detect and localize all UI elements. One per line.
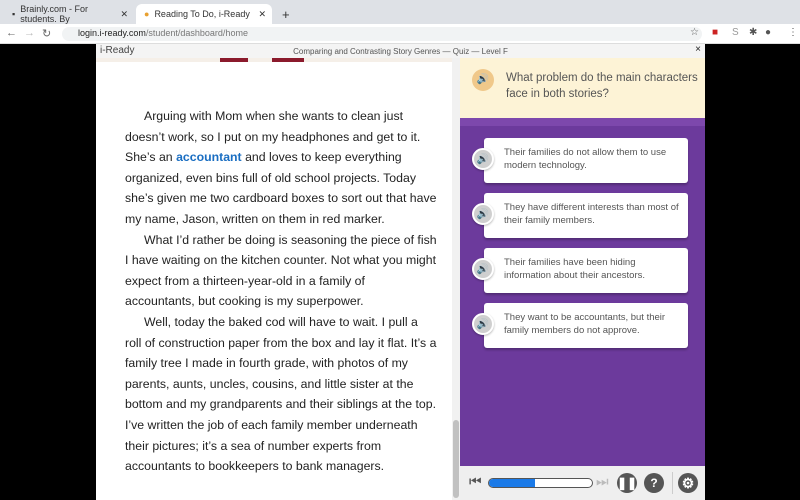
reload-icon[interactable]: ↻ bbox=[42, 27, 51, 40]
speaker-icon[interactable]: 🔊 bbox=[472, 258, 494, 280]
answer-option[interactable]: 🔊 They want to be accountants, but their … bbox=[472, 303, 688, 348]
paragraph: Well, today the baked cod will have to w… bbox=[125, 314, 437, 474]
extension-s-icon[interactable]: S bbox=[732, 27, 739, 38]
keyword-link[interactable]: accountant bbox=[176, 150, 242, 164]
tab-label: Brainly.com - For students. By bbox=[20, 4, 89, 24]
close-tab-icon[interactable]: ✕ bbox=[258, 9, 266, 20]
question-panel: 🔊 What problem do the main characters fa… bbox=[460, 58, 705, 500]
skip-forward-icon[interactable]: ⏭ bbox=[596, 473, 609, 490]
url-path: /student/dashboard/home bbox=[145, 28, 248, 38]
brainly-icon: ▪ bbox=[12, 9, 16, 19]
reading-passage: Arguing with Mom when she wants to clean… bbox=[96, 58, 460, 500]
star-icon[interactable]: ☆ bbox=[690, 27, 699, 38]
question: 🔊 What problem do the main characters fa… bbox=[460, 58, 705, 118]
url-host: login.i-ready.com bbox=[78, 28, 146, 38]
iready-tab-icon: ● bbox=[144, 9, 150, 19]
option-text: Their families do not allow them to use … bbox=[504, 147, 667, 171]
skip-back-icon[interactable]: ⏮ bbox=[469, 473, 482, 490]
quiz-header: i-Ready Comparing and Contrasting Story … bbox=[96, 44, 705, 58]
divider bbox=[460, 118, 705, 126]
paragraph: Arguing with Mom when she wants to clean… bbox=[125, 106, 437, 230]
passage-image bbox=[96, 58, 460, 62]
paragraph: What I’d rather be doing is seasoning th… bbox=[125, 232, 437, 309]
question-text: What problem do the main characters face… bbox=[506, 72, 698, 100]
audio-player: ⏮ ⏭ ❚❚ ? ⚙ bbox=[460, 466, 705, 500]
answer-option[interactable]: 🔊 Their families have been hiding informa… bbox=[472, 248, 688, 293]
browser-tab-bar: ▪ Brainly.com - For students. By ✕ ● Readin… bbox=[0, 0, 800, 24]
answer-option[interactable]: 🔊 Their families do not allow them to use… bbox=[472, 138, 688, 183]
forward-icon[interactable]: → bbox=[24, 27, 35, 39]
avatar[interactable]: ● bbox=[765, 27, 771, 38]
tab-brainly[interactable]: ▪ Brainly.com - For students. By ✕ bbox=[4, 4, 134, 24]
passage-text: Arguing with Mom when she wants to clean… bbox=[125, 106, 437, 477]
iready-app: i-Ready Comparing and Contrasting Story … bbox=[96, 44, 705, 500]
option-text: Their families have been hiding informat… bbox=[504, 257, 645, 281]
close-tab-icon[interactable]: ✕ bbox=[120, 9, 128, 20]
option-text: They have different interests than most … bbox=[504, 202, 679, 226]
option-text: They want to be accountants, but their f… bbox=[504, 312, 666, 336]
settings-gear-icon[interactable]: ⚙ bbox=[678, 473, 698, 493]
speaker-icon[interactable]: 🔊 bbox=[472, 69, 494, 91]
audio-progress[interactable] bbox=[488, 478, 593, 488]
progress-fill bbox=[489, 479, 536, 487]
address-bar: ← → ↻ login.i-ready.com/student/dashboar… bbox=[0, 24, 800, 44]
new-tab-button[interactable]: + bbox=[274, 4, 298, 24]
extension-icon[interactable]: ■ bbox=[712, 27, 718, 38]
url-input[interactable]: login.i-ready.com/student/dashboard/home bbox=[62, 27, 702, 41]
speaker-icon[interactable]: 🔊 bbox=[472, 313, 494, 335]
menu-icon[interactable]: ⋮ bbox=[788, 27, 798, 38]
speaker-icon[interactable]: 🔊 bbox=[472, 203, 494, 225]
scrollbar[interactable] bbox=[452, 58, 460, 500]
divider bbox=[672, 472, 673, 494]
quiz-title: Comparing and Contrasting Story Genres —… bbox=[293, 47, 508, 56]
tab-label: Reading To Do, i-Ready bbox=[154, 9, 250, 19]
answer-option[interactable]: 🔊 They have different interests than most… bbox=[472, 193, 688, 238]
speaker-icon[interactable]: 🔊 bbox=[472, 148, 494, 170]
back-icon[interactable]: ← bbox=[6, 27, 17, 39]
pause-button[interactable]: ❚❚ bbox=[617, 473, 637, 493]
close-icon[interactable]: × bbox=[695, 44, 701, 55]
help-button[interactable]: ? bbox=[644, 473, 664, 493]
puzzle-icon[interactable]: ✱ bbox=[749, 27, 757, 38]
tab-iready[interactable]: ● Reading To Do, i-Ready ✕ bbox=[136, 4, 272, 24]
scrollbar-thumb[interactable] bbox=[453, 420, 459, 498]
